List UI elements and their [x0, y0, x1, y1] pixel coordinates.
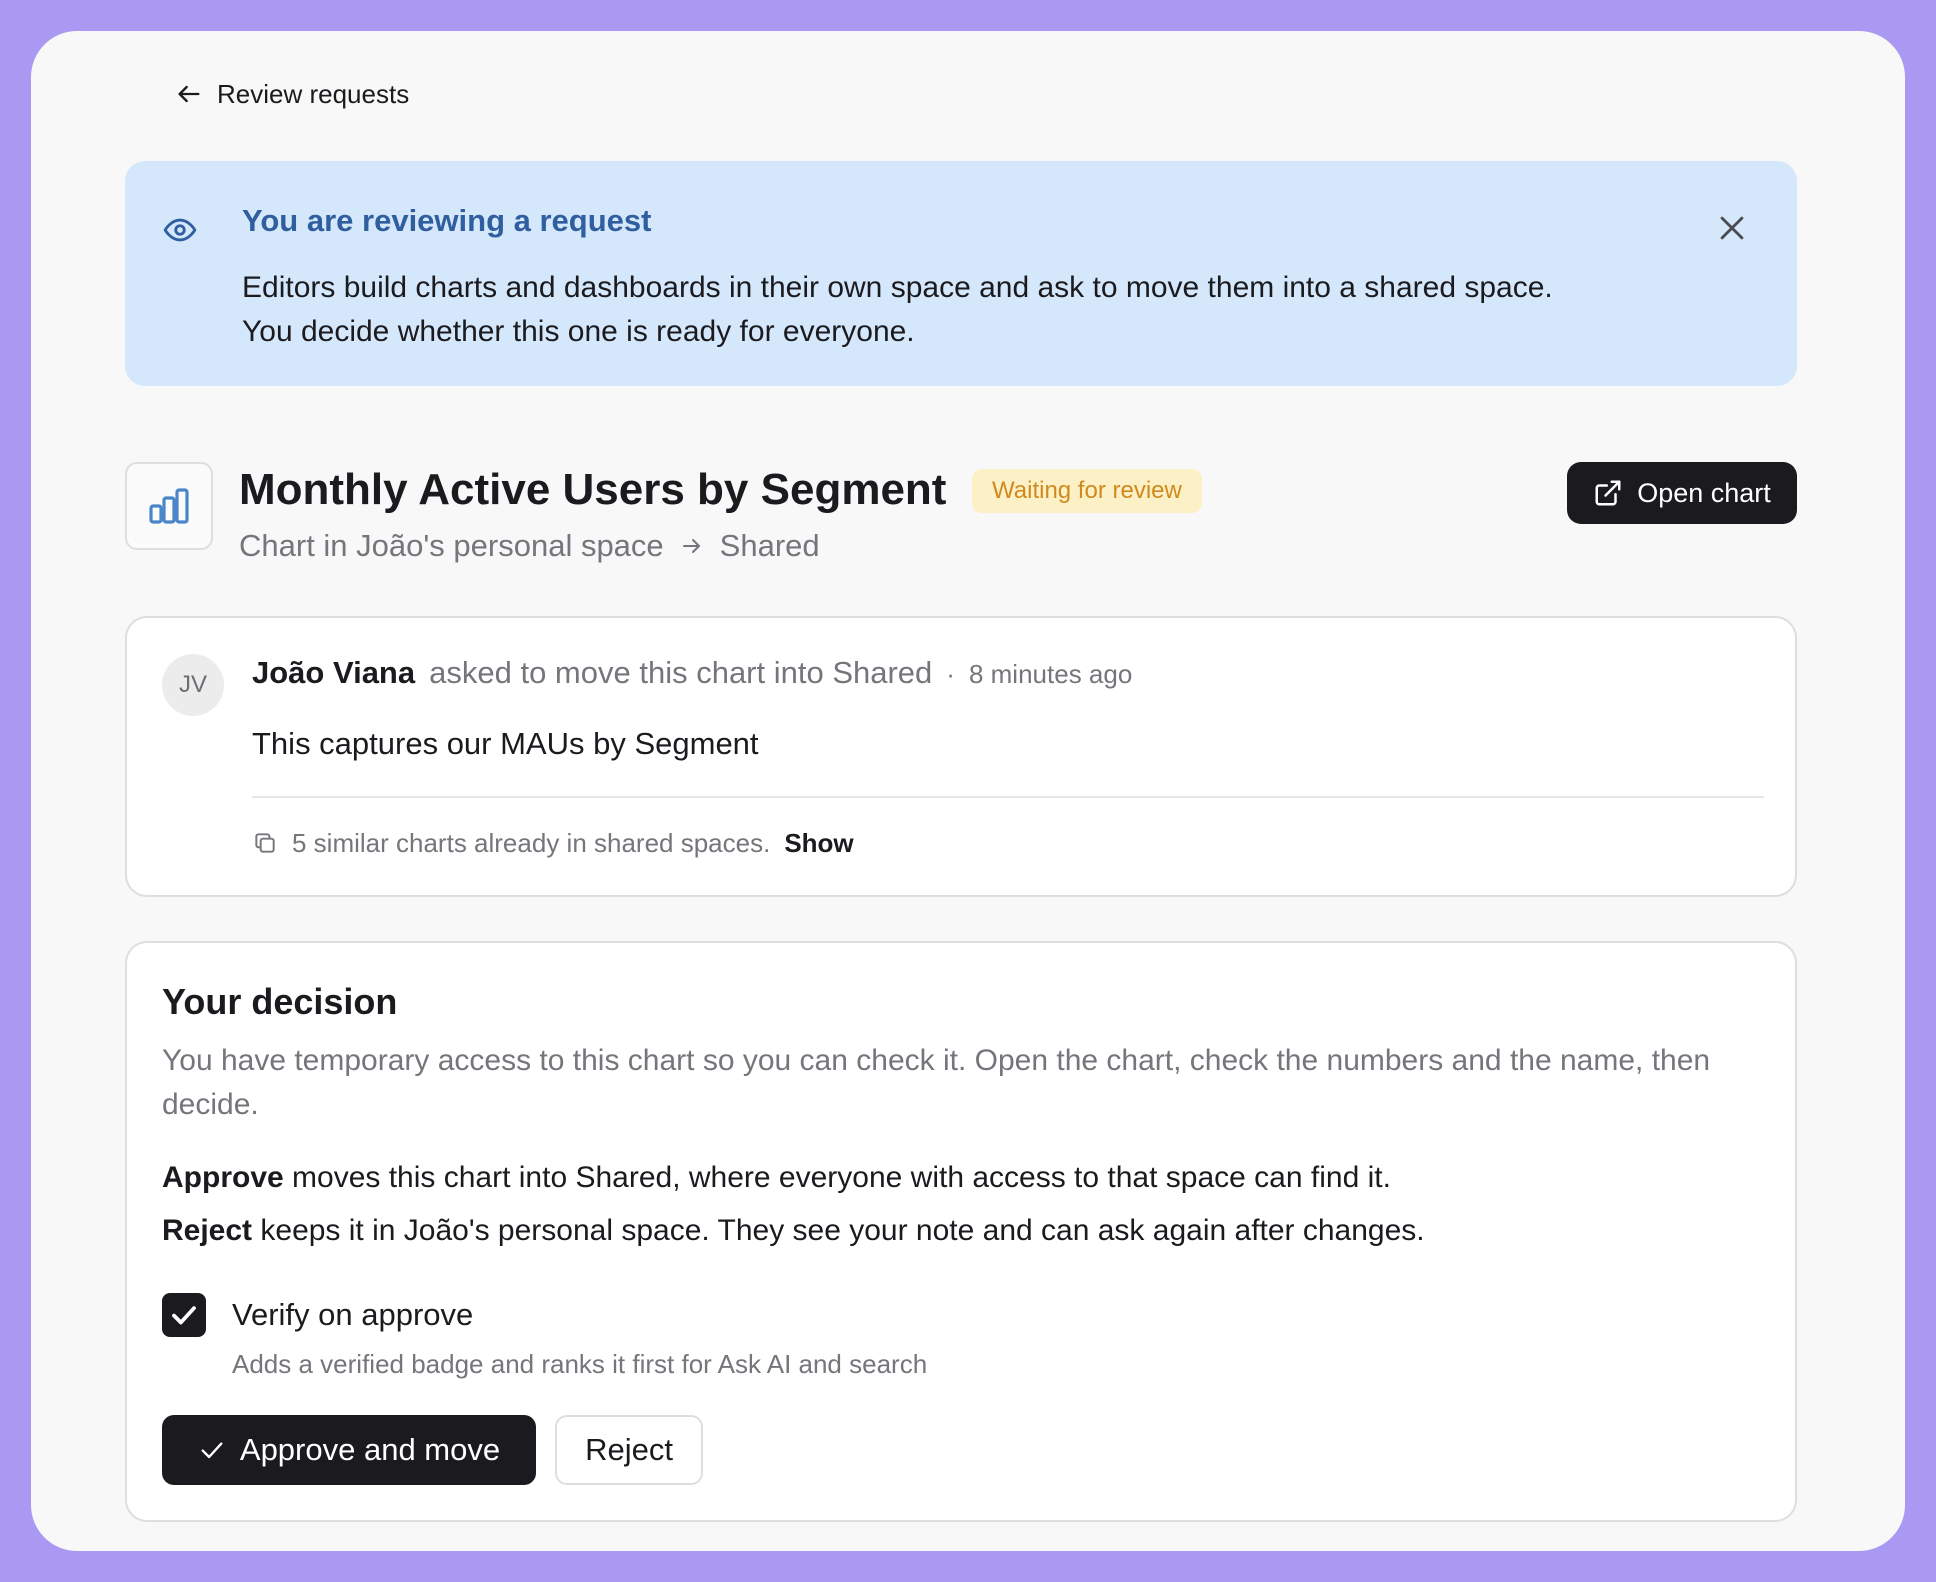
- requester-name: João Viana: [252, 655, 416, 690]
- reject-term: Reject: [162, 1214, 253, 1247]
- verify-checkbox[interactable]: [162, 1293, 206, 1337]
- close-icon[interactable]: [1715, 211, 1749, 245]
- copy-icon: [255, 833, 275, 853]
- external-link-icon: [1595, 480, 1621, 506]
- arrow-right-icon: [682, 539, 700, 553]
- banner-body: Editors build charts and dashboards in t…: [242, 266, 1702, 354]
- back-link-label: Review requests: [217, 78, 410, 109]
- show-similar-link[interactable]: Show: [784, 828, 853, 859]
- verify-help-text: Adds a verified badge and ranks it first…: [232, 1349, 928, 1379]
- bar-chart-icon: [149, 488, 189, 524]
- back-link[interactable]: Review requests: [175, 71, 409, 117]
- banner-body-line-2: You decide whether this one is ready for…: [242, 315, 915, 348]
- similar-charts-notice: 5 similar charts already in shared space…: [252, 823, 854, 863]
- request-time: 8 minutes ago: [968, 659, 1133, 689]
- decision-card: Your decision You have temporary access …: [125, 941, 1797, 1522]
- source-space: Chart in João's personal space: [239, 528, 664, 563]
- banner-title: You are reviewing a request: [242, 203, 652, 238]
- review-panel: Review requests You are reviewing a requ…: [31, 31, 1905, 1551]
- approve-term: Approve: [162, 1161, 284, 1194]
- status-badge: Waiting for review: [972, 469, 1202, 513]
- decision-title: Your decision: [162, 981, 398, 1022]
- chart-thumbnail: [125, 462, 213, 550]
- verify-label[interactable]: Verify on approve: [232, 1293, 473, 1337]
- request-action: asked to move this chart into Shared: [429, 655, 933, 690]
- approve-text: moves this chart into Shared, where ever…: [283, 1161, 1391, 1194]
- check-icon: [172, 1306, 196, 1325]
- reject-text: keeps it in João's personal space. They …: [252, 1214, 1425, 1247]
- check-icon: [201, 1442, 223, 1459]
- target-space: Shared: [719, 528, 820, 563]
- reject-explanation: Reject keeps it in João's personal space…: [162, 1214, 1425, 1248]
- request-message: This captures our MAUs by Segment: [252, 726, 759, 761]
- open-chart-label: Open chart: [1637, 477, 1771, 508]
- banner-body-line-1: Editors build charts and dashboards in t…: [242, 271, 1553, 304]
- approve-and-move-button[interactable]: Approve and move: [162, 1415, 536, 1485]
- eye-icon: [163, 218, 197, 242]
- approve-button-label: Approve and move: [239, 1432, 501, 1467]
- info-banner: You are reviewing a request Editors buil…: [125, 161, 1797, 386]
- separator-dot: ·: [946, 659, 955, 689]
- chart-title: Monthly Active Users by Segment: [239, 465, 947, 514]
- chart-location: Chart in João's personal space Shared: [239, 528, 820, 564]
- avatar: JV: [162, 654, 224, 716]
- reject-button[interactable]: Reject: [555, 1415, 703, 1485]
- arrow-left-icon: [178, 85, 200, 103]
- request-card: JV João Viana asked to move this chart i…: [125, 616, 1797, 897]
- similar-charts-text: 5 similar charts already in shared space…: [292, 827, 771, 858]
- open-chart-button[interactable]: Open chart: [1567, 462, 1797, 524]
- approve-explanation: Approve moves this chart into Shared, wh…: [162, 1161, 1391, 1195]
- request-summary: João Viana asked to move this chart into…: [252, 655, 1132, 699]
- decision-description: You have temporary access to this chart …: [162, 1044, 1711, 1121]
- divider: [252, 796, 1764, 798]
